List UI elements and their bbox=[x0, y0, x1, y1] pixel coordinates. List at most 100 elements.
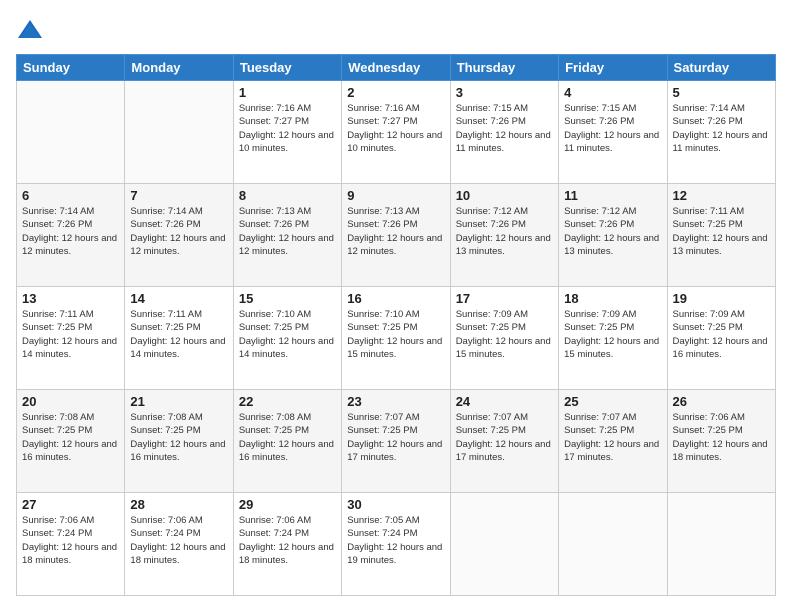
calendar-cell: 13 Sunrise: 7:11 AMSunset: 7:25 PMDayligh… bbox=[17, 287, 125, 390]
cell-sun-info: Sunrise: 7:09 AMSunset: 7:25 PMDaylight:… bbox=[673, 308, 770, 361]
cell-day-number: 19 bbox=[673, 291, 770, 306]
cell-day-number: 14 bbox=[130, 291, 227, 306]
cell-sun-info: Sunrise: 7:08 AMSunset: 7:25 PMDaylight:… bbox=[130, 411, 227, 464]
cell-sun-info: Sunrise: 7:06 AMSunset: 7:24 PMDaylight:… bbox=[239, 514, 336, 567]
weekday-header: Sunday bbox=[17, 55, 125, 81]
cell-sun-info: Sunrise: 7:12 AMSunset: 7:26 PMDaylight:… bbox=[564, 205, 661, 258]
calendar-cell: 11 Sunrise: 7:12 AMSunset: 7:26 PMDayligh… bbox=[559, 184, 667, 287]
calendar-cell: 9 Sunrise: 7:13 AMSunset: 7:26 PMDaylight… bbox=[342, 184, 450, 287]
cell-sun-info: Sunrise: 7:10 AMSunset: 7:25 PMDaylight:… bbox=[239, 308, 336, 361]
cell-day-number: 11 bbox=[564, 188, 661, 203]
calendar-cell: 21 Sunrise: 7:08 AMSunset: 7:25 PMDayligh… bbox=[125, 390, 233, 493]
cell-sun-info: Sunrise: 7:07 AMSunset: 7:25 PMDaylight:… bbox=[456, 411, 553, 464]
calendar-cell: 19 Sunrise: 7:09 AMSunset: 7:25 PMDayligh… bbox=[667, 287, 775, 390]
calendar-cell: 17 Sunrise: 7:09 AMSunset: 7:25 PMDayligh… bbox=[450, 287, 558, 390]
cell-day-number: 6 bbox=[22, 188, 119, 203]
cell-sun-info: Sunrise: 7:14 AMSunset: 7:26 PMDaylight:… bbox=[22, 205, 119, 258]
cell-sun-info: Sunrise: 7:08 AMSunset: 7:25 PMDaylight:… bbox=[239, 411, 336, 464]
cell-sun-info: Sunrise: 7:06 AMSunset: 7:24 PMDaylight:… bbox=[22, 514, 119, 567]
calendar-cell: 12 Sunrise: 7:11 AMSunset: 7:25 PMDayligh… bbox=[667, 184, 775, 287]
cell-day-number: 13 bbox=[22, 291, 119, 306]
cell-sun-info: Sunrise: 7:16 AMSunset: 7:27 PMDaylight:… bbox=[347, 102, 444, 155]
cell-sun-info: Sunrise: 7:05 AMSunset: 7:24 PMDaylight:… bbox=[347, 514, 444, 567]
cell-sun-info: Sunrise: 7:08 AMSunset: 7:25 PMDaylight:… bbox=[22, 411, 119, 464]
calendar-cell: 26 Sunrise: 7:06 AMSunset: 7:25 PMDayligh… bbox=[667, 390, 775, 493]
cell-sun-info: Sunrise: 7:06 AMSunset: 7:25 PMDaylight:… bbox=[673, 411, 770, 464]
cell-day-number: 25 bbox=[564, 394, 661, 409]
cell-sun-info: Sunrise: 7:09 AMSunset: 7:25 PMDaylight:… bbox=[456, 308, 553, 361]
calendar-cell: 4 Sunrise: 7:15 AMSunset: 7:26 PMDaylight… bbox=[559, 81, 667, 184]
cell-day-number: 28 bbox=[130, 497, 227, 512]
cell-sun-info: Sunrise: 7:09 AMSunset: 7:25 PMDaylight:… bbox=[564, 308, 661, 361]
calendar-cell: 3 Sunrise: 7:15 AMSunset: 7:26 PMDaylight… bbox=[450, 81, 558, 184]
calendar-cell: 8 Sunrise: 7:13 AMSunset: 7:26 PMDaylight… bbox=[233, 184, 341, 287]
calendar-cell: 7 Sunrise: 7:14 AMSunset: 7:26 PMDaylight… bbox=[125, 184, 233, 287]
weekday-header: Monday bbox=[125, 55, 233, 81]
cell-day-number: 15 bbox=[239, 291, 336, 306]
cell-sun-info: Sunrise: 7:14 AMSunset: 7:26 PMDaylight:… bbox=[673, 102, 770, 155]
cell-day-number: 20 bbox=[22, 394, 119, 409]
logo-icon bbox=[16, 16, 44, 44]
calendar-cell bbox=[125, 81, 233, 184]
weekday-header: Friday bbox=[559, 55, 667, 81]
cell-day-number: 10 bbox=[456, 188, 553, 203]
cell-day-number: 2 bbox=[347, 85, 444, 100]
weekday-header: Tuesday bbox=[233, 55, 341, 81]
cell-day-number: 3 bbox=[456, 85, 553, 100]
cell-day-number: 9 bbox=[347, 188, 444, 203]
cell-sun-info: Sunrise: 7:16 AMSunset: 7:27 PMDaylight:… bbox=[239, 102, 336, 155]
calendar-cell: 10 Sunrise: 7:12 AMSunset: 7:26 PMDayligh… bbox=[450, 184, 558, 287]
calendar-cell: 20 Sunrise: 7:08 AMSunset: 7:25 PMDayligh… bbox=[17, 390, 125, 493]
cell-sun-info: Sunrise: 7:06 AMSunset: 7:24 PMDaylight:… bbox=[130, 514, 227, 567]
calendar-cell: 2 Sunrise: 7:16 AMSunset: 7:27 PMDaylight… bbox=[342, 81, 450, 184]
logo bbox=[16, 16, 48, 44]
cell-sun-info: Sunrise: 7:11 AMSunset: 7:25 PMDaylight:… bbox=[673, 205, 770, 258]
cell-day-number: 27 bbox=[22, 497, 119, 512]
cell-sun-info: Sunrise: 7:11 AMSunset: 7:25 PMDaylight:… bbox=[22, 308, 119, 361]
calendar-cell bbox=[17, 81, 125, 184]
cell-day-number: 30 bbox=[347, 497, 444, 512]
calendar-cell: 14 Sunrise: 7:11 AMSunset: 7:25 PMDayligh… bbox=[125, 287, 233, 390]
calendar-cell: 24 Sunrise: 7:07 AMSunset: 7:25 PMDayligh… bbox=[450, 390, 558, 493]
cell-day-number: 17 bbox=[456, 291, 553, 306]
cell-day-number: 21 bbox=[130, 394, 227, 409]
calendar-cell: 23 Sunrise: 7:07 AMSunset: 7:25 PMDayligh… bbox=[342, 390, 450, 493]
cell-day-number: 22 bbox=[239, 394, 336, 409]
cell-day-number: 26 bbox=[673, 394, 770, 409]
calendar-cell bbox=[450, 493, 558, 596]
calendar-cell: 28 Sunrise: 7:06 AMSunset: 7:24 PMDayligh… bbox=[125, 493, 233, 596]
cell-sun-info: Sunrise: 7:12 AMSunset: 7:26 PMDaylight:… bbox=[456, 205, 553, 258]
weekday-header: Thursday bbox=[450, 55, 558, 81]
calendar-cell bbox=[667, 493, 775, 596]
cell-day-number: 24 bbox=[456, 394, 553, 409]
cell-day-number: 29 bbox=[239, 497, 336, 512]
calendar-cell: 30 Sunrise: 7:05 AMSunset: 7:24 PMDayligh… bbox=[342, 493, 450, 596]
calendar-cell: 22 Sunrise: 7:08 AMSunset: 7:25 PMDayligh… bbox=[233, 390, 341, 493]
cell-sun-info: Sunrise: 7:15 AMSunset: 7:26 PMDaylight:… bbox=[564, 102, 661, 155]
cell-day-number: 5 bbox=[673, 85, 770, 100]
weekday-header: Wednesday bbox=[342, 55, 450, 81]
cell-sun-info: Sunrise: 7:13 AMSunset: 7:26 PMDaylight:… bbox=[347, 205, 444, 258]
cell-day-number: 4 bbox=[564, 85, 661, 100]
calendar-cell: 15 Sunrise: 7:10 AMSunset: 7:25 PMDayligh… bbox=[233, 287, 341, 390]
calendar-cell: 1Sunrise: 7:16 AMSunset: 7:27 PMDaylight… bbox=[233, 81, 341, 184]
cell-sun-info: Sunrise: 7:13 AMSunset: 7:26 PMDaylight:… bbox=[239, 205, 336, 258]
cell-sun-info: Sunrise: 7:11 AMSunset: 7:25 PMDaylight:… bbox=[130, 308, 227, 361]
calendar-cell: 5 Sunrise: 7:14 AMSunset: 7:26 PMDaylight… bbox=[667, 81, 775, 184]
cell-day-number: 7 bbox=[130, 188, 227, 203]
cell-day-number: 23 bbox=[347, 394, 444, 409]
cell-sun-info: Sunrise: 7:14 AMSunset: 7:26 PMDaylight:… bbox=[130, 205, 227, 258]
calendar-table: SundayMondayTuesdayWednesdayThursdayFrid… bbox=[16, 54, 776, 596]
calendar-cell: 29 Sunrise: 7:06 AMSunset: 7:24 PMDayligh… bbox=[233, 493, 341, 596]
cell-sun-info: Sunrise: 7:07 AMSunset: 7:25 PMDaylight:… bbox=[347, 411, 444, 464]
cell-day-number: 16 bbox=[347, 291, 444, 306]
cell-sun-info: Sunrise: 7:15 AMSunset: 7:26 PMDaylight:… bbox=[456, 102, 553, 155]
weekday-header: Saturday bbox=[667, 55, 775, 81]
cell-day-number: 12 bbox=[673, 188, 770, 203]
cell-sun-info: Sunrise: 7:07 AMSunset: 7:25 PMDaylight:… bbox=[564, 411, 661, 464]
page: SundayMondayTuesdayWednesdayThursdayFrid… bbox=[0, 0, 792, 612]
cell-day-number: 8 bbox=[239, 188, 336, 203]
cell-sun-info: Sunrise: 7:10 AMSunset: 7:25 PMDaylight:… bbox=[347, 308, 444, 361]
calendar-cell: 25 Sunrise: 7:07 AMSunset: 7:25 PMDayligh… bbox=[559, 390, 667, 493]
calendar-cell: 16 Sunrise: 7:10 AMSunset: 7:25 PMDayligh… bbox=[342, 287, 450, 390]
